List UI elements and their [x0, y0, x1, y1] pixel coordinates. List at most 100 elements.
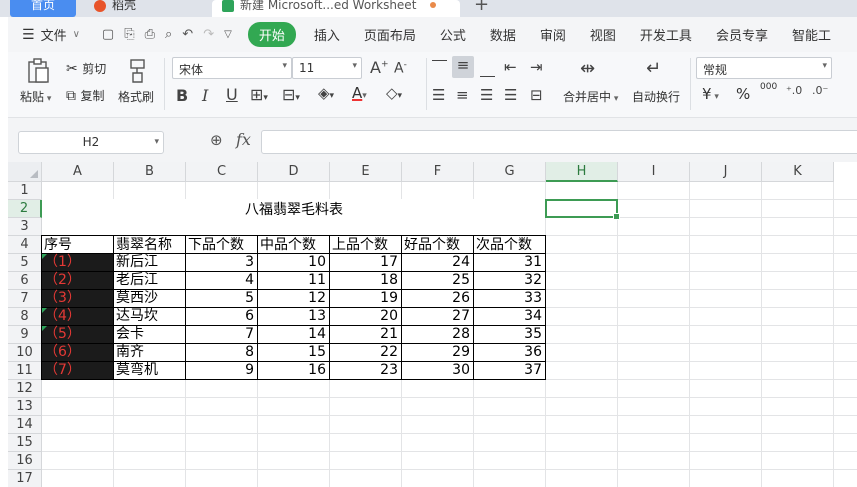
table-header-cell[interactable]: 好品个数: [402, 237, 473, 254]
count-cell[interactable]: 30: [402, 362, 473, 379]
percent-button[interactable]: %: [736, 85, 750, 103]
count-cell[interactable]: 19: [330, 290, 401, 307]
count-cell[interactable]: 23: [330, 362, 401, 379]
column-header-f[interactable]: F: [402, 162, 474, 182]
print-icon[interactable]: ⎙: [145, 27, 155, 42]
row-header-4[interactable]: 4: [8, 236, 42, 254]
tab-view[interactable]: 视图: [578, 25, 628, 44]
jade-name-cell[interactable]: 莫弯机: [114, 362, 185, 379]
column-header-e[interactable]: E: [330, 162, 402, 182]
tab-formulas[interactable]: 公式: [428, 25, 478, 44]
row-header-14[interactable]: 14: [8, 416, 42, 434]
count-cell[interactable]: 7: [186, 326, 257, 343]
count-cell[interactable]: 22: [330, 344, 401, 361]
count-cell[interactable]: 37: [474, 362, 545, 379]
table-header-cell[interactable]: 下品个数: [186, 237, 257, 254]
align-middle-icon[interactable]: ≡: [452, 56, 474, 78]
number-format-select[interactable]: 常规 ▾: [696, 57, 832, 79]
count-cell[interactable]: 4: [186, 272, 257, 289]
sequence-cell[interactable]: （4）: [42, 308, 113, 325]
table-header-cell[interactable]: 中品个数: [258, 237, 329, 254]
column-header-g[interactable]: G: [474, 162, 546, 182]
count-cell[interactable]: 32: [474, 272, 545, 289]
count-cell[interactable]: 5: [186, 290, 257, 307]
customize-toolbar-icon[interactable]: ▽: [224, 29, 232, 40]
decrease-decimal-icon[interactable]: .0⁻: [812, 84, 828, 97]
merge-center-icon[interactable]: ⇹: [580, 58, 595, 79]
tab-smart-tools[interactable]: 智能工: [780, 25, 843, 44]
count-cell[interactable]: 36: [474, 344, 545, 361]
borders-icon[interactable]: ⊞▾: [250, 85, 268, 104]
active-cell-selection[interactable]: [545, 199, 620, 220]
sequence-cell[interactable]: （1）: [42, 254, 113, 271]
table-header-cell[interactable]: 翡翠名称: [114, 237, 185, 254]
underline-icon[interactable]: U: [226, 85, 238, 104]
cell-style-icon[interactable]: ⊟▾: [282, 85, 300, 104]
row-header-7[interactable]: 7: [8, 290, 42, 308]
column-header-k[interactable]: K: [762, 162, 834, 182]
count-cell[interactable]: 21: [330, 326, 401, 343]
align-right-icon[interactable]: ☰: [480, 86, 493, 104]
align-left-icon[interactable]: ☰: [432, 86, 445, 104]
count-cell[interactable]: 34: [474, 308, 545, 325]
jade-name-cell[interactable]: 会卡: [114, 326, 185, 343]
count-cell[interactable]: 25: [402, 272, 473, 289]
column-header-j[interactable]: J: [690, 162, 762, 182]
font-name-select[interactable]: 宋体 ▾: [172, 57, 292, 79]
jade-name-cell[interactable]: 新后江: [114, 254, 185, 271]
distributed-icon[interactable]: ⊟: [530, 86, 543, 104]
undo-icon[interactable]: ↶: [182, 27, 193, 42]
format-painter-icon[interactable]: [126, 58, 150, 84]
row-header-3[interactable]: 3: [8, 218, 42, 236]
name-box[interactable]: H2 ▾: [18, 131, 164, 154]
decrease-font-icon[interactable]: A-: [394, 60, 407, 77]
row-header-1[interactable]: 1: [8, 182, 42, 200]
row-header-12[interactable]: 12: [8, 380, 42, 398]
tab-page-layout[interactable]: 页面布局: [352, 25, 428, 44]
wrap-text-button[interactable]: 自动换行: [632, 88, 680, 105]
export-icon[interactable]: ⎘: [124, 27, 134, 42]
increase-decimal-icon[interactable]: ⁺.0: [786, 84, 802, 97]
justify-icon[interactable]: ☰: [504, 86, 517, 104]
count-cell[interactable]: 3: [186, 254, 257, 271]
jade-name-cell[interactable]: 达马坎: [114, 308, 185, 325]
count-cell[interactable]: 10: [258, 254, 329, 271]
jade-name-cell[interactable]: 南齐: [114, 344, 185, 361]
count-cell[interactable]: 17: [330, 254, 401, 271]
column-header-i[interactable]: I: [618, 162, 690, 182]
paste-icon[interactable]: [26, 58, 50, 84]
align-bottom-icon[interactable]: ⎽: [480, 60, 495, 78]
tab-docer[interactable]: 稻壳: [86, 0, 204, 17]
font-color-icon[interactable]: A▾: [352, 84, 367, 102]
row-header-10[interactable]: 10: [8, 344, 42, 362]
count-cell[interactable]: 6: [186, 308, 257, 325]
column-header-b[interactable]: B: [114, 162, 186, 182]
align-top-icon[interactable]: ⎺: [432, 58, 447, 76]
italic-icon[interactable]: I: [202, 86, 208, 105]
table-header-cell[interactable]: 序号: [42, 237, 113, 254]
count-cell[interactable]: 33: [474, 290, 545, 307]
row-header-8[interactable]: 8: [8, 308, 42, 326]
count-cell[interactable]: 18: [330, 272, 401, 289]
row-header-9[interactable]: 9: [8, 326, 42, 344]
clear-format-icon[interactable]: ◇▾: [386, 84, 402, 102]
new-tab-button[interactable]: +: [474, 0, 489, 15]
sequence-cell[interactable]: （7）: [42, 362, 113, 379]
jade-name-cell[interactable]: 老后江: [114, 272, 185, 289]
tab-start[interactable]: 开始: [247, 22, 296, 47]
row-header-13[interactable]: 13: [8, 398, 42, 416]
tab-data[interactable]: 数据: [478, 25, 528, 44]
count-cell[interactable]: 28: [402, 326, 473, 343]
row-header-15[interactable]: 15: [8, 434, 42, 452]
count-cell[interactable]: 29: [402, 344, 473, 361]
count-cell[interactable]: 14: [258, 326, 329, 343]
print-preview-icon[interactable]: ⌕: [165, 27, 172, 42]
decrease-indent-icon[interactable]: ⇤: [504, 58, 517, 76]
count-cell[interactable]: 26: [402, 290, 473, 307]
wrap-text-icon[interactable]: ↵: [646, 58, 661, 79]
increase-indent-icon[interactable]: ⇥: [530, 58, 543, 76]
row-header-16[interactable]: 16: [8, 452, 42, 470]
select-all-corner[interactable]: [8, 162, 42, 182]
row-header-17[interactable]: 17: [8, 470, 42, 487]
column-header-h[interactable]: H: [546, 162, 618, 182]
